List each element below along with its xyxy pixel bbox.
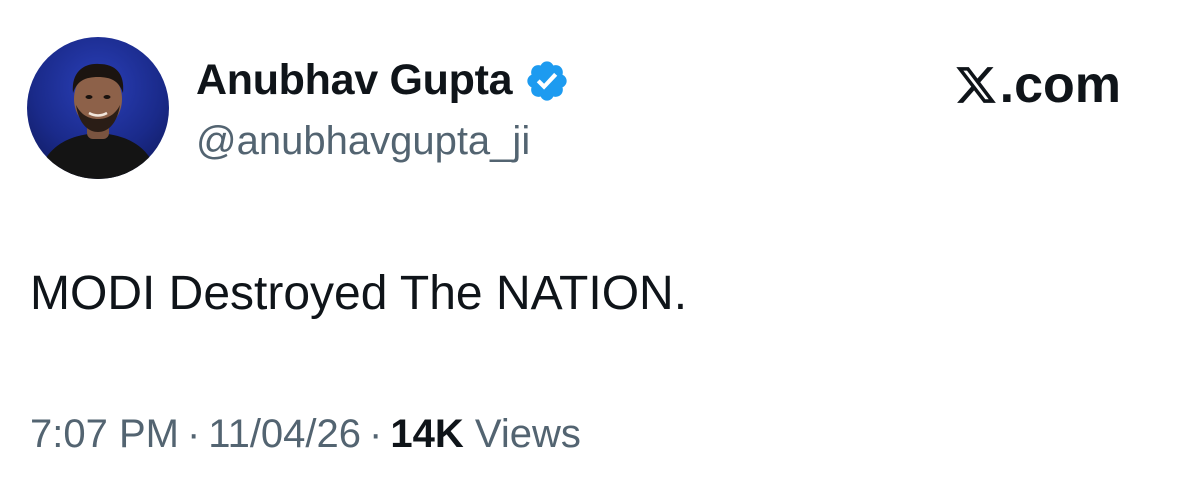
views-label[interactable]: Views: [475, 412, 581, 456]
brand-logo-text: .com: [999, 56, 1121, 114]
author-handle[interactable]: @anubhavgupta_ji: [196, 113, 530, 169]
views-count[interactable]: 14K: [390, 412, 463, 456]
tweet-text: MODI Destroyed The NATION.: [30, 267, 688, 320]
tweet-date[interactable]: 11/04/26: [208, 412, 361, 456]
x-logo-icon: [955, 67, 996, 103]
verified-badge-icon: [527, 61, 567, 101]
author-display-name[interactable]: Anubhav Gupta: [196, 50, 513, 110]
avatar[interactable]: [27, 37, 169, 179]
author-name-row[interactable]: Anubhav Gupta: [196, 50, 570, 110]
meta-separator: ·: [186, 412, 201, 456]
meta-separator: ·: [369, 412, 383, 456]
tweet-meta: 7:07 PM · 11/04/26 · 14K Views: [30, 406, 581, 462]
tweet-card: Anubhav Gupta @anubhavgupta_ji .com MODI…: [0, 0, 1179, 495]
x-brand-logo: .com: [954, 55, 1121, 115]
avatar-photo: [37, 63, 159, 179]
tweet-time[interactable]: 7:07 PM: [30, 412, 179, 456]
